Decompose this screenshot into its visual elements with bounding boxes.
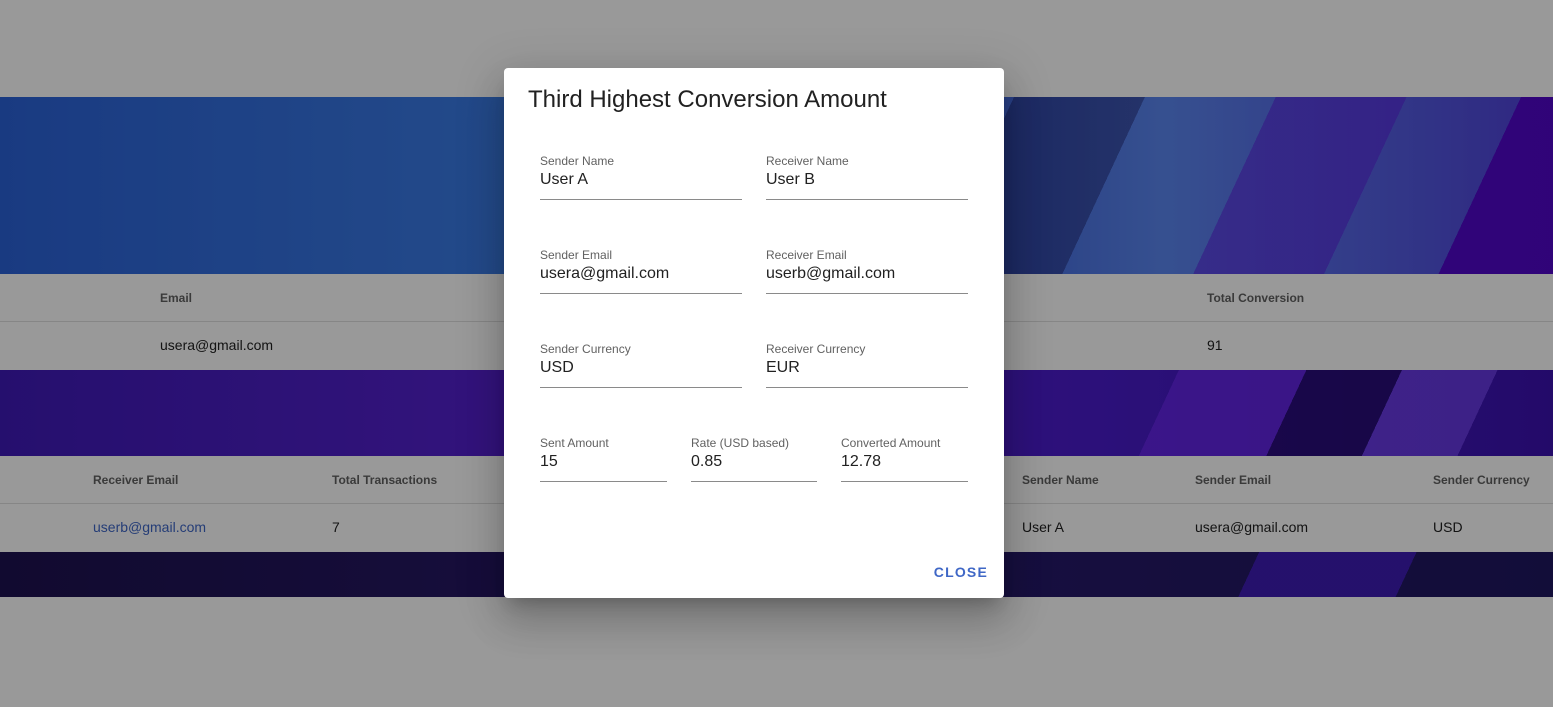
receiver-name-field[interactable]: Receiver Name User B bbox=[766, 154, 968, 200]
sent-amount-value: 15 bbox=[540, 453, 558, 470]
converted-amount-label: Converted Amount bbox=[841, 436, 941, 450]
sender-currency-value: USD bbox=[540, 359, 574, 376]
conversion-details-dialog: Third Highest Conversion Amount Sender N… bbox=[504, 68, 1004, 598]
receiver-currency-value: EUR bbox=[766, 359, 800, 376]
sender-name-field[interactable]: Sender Name User A bbox=[540, 154, 742, 200]
dialog-title: Third Highest Conversion Amount bbox=[528, 86, 887, 113]
close-button[interactable]: CLOSE bbox=[934, 562, 988, 582]
sender-name-label: Sender Name bbox=[540, 154, 615, 168]
rate-value: 0.85 bbox=[691, 453, 723, 470]
receiver-email-field[interactable]: Receiver Email userb@gmail.com bbox=[766, 248, 968, 294]
receiver-name-value: User B bbox=[766, 171, 815, 188]
converted-amount-value: 12.78 bbox=[841, 453, 882, 470]
rate-field[interactable]: Rate (USD based) 0.85 bbox=[691, 436, 817, 482]
receiver-email-label: Receiver Email bbox=[766, 248, 847, 262]
receiver-currency-label: Receiver Currency bbox=[766, 342, 866, 356]
sent-amount-label: Sent Amount bbox=[540, 436, 609, 450]
sender-email-field[interactable]: Sender Email usera@gmail.com bbox=[540, 248, 742, 294]
sender-currency-field[interactable]: Sender Currency USD bbox=[540, 342, 742, 388]
converted-amount-field[interactable]: Converted Amount 12.78 bbox=[841, 436, 968, 482]
sender-email-label: Sender Email bbox=[540, 248, 613, 262]
receiver-email-value: userb@gmail.com bbox=[766, 265, 896, 282]
rate-label: Rate (USD based) bbox=[691, 436, 790, 450]
sender-name-value: User A bbox=[540, 171, 589, 188]
receiver-currency-field[interactable]: Receiver Currency EUR bbox=[766, 342, 968, 388]
receiver-name-label: Receiver Name bbox=[766, 154, 849, 168]
sender-currency-label: Sender Currency bbox=[540, 342, 631, 356]
sent-amount-field[interactable]: Sent Amount 15 bbox=[540, 436, 667, 482]
sender-email-value: usera@gmail.com bbox=[540, 265, 670, 282]
